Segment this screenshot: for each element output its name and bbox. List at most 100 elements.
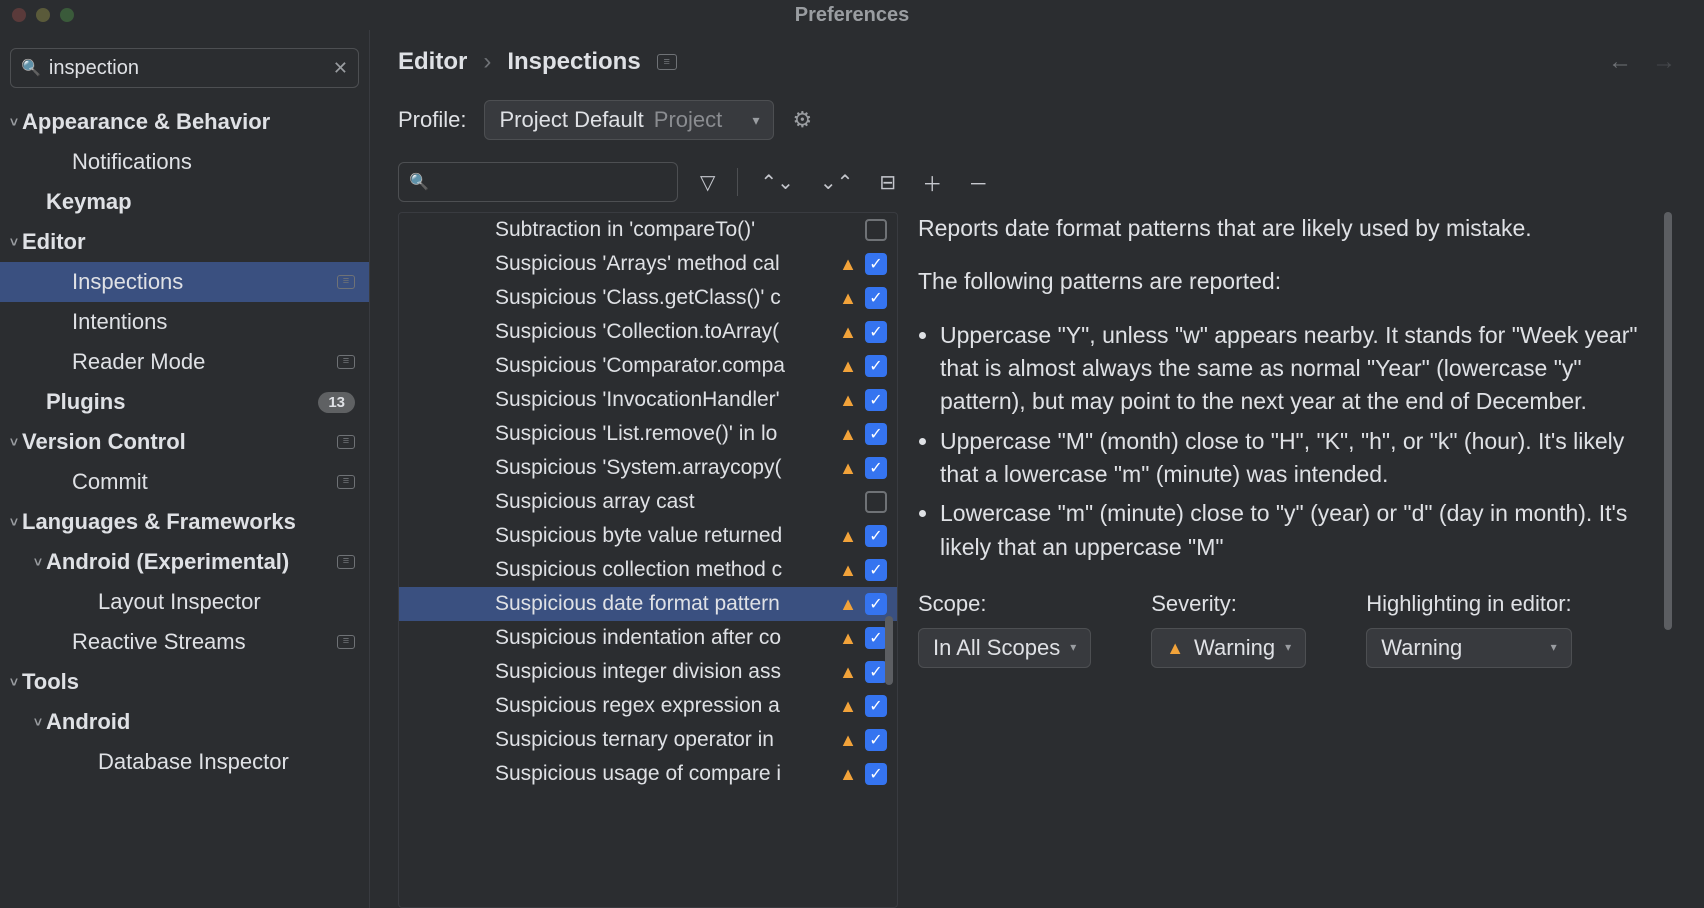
inspection-row[interactable]: Suspicious 'List.remove()' in lo▲✓ (399, 417, 897, 451)
inspection-checkbox[interactable]: ✓ (865, 729, 887, 751)
remove-icon[interactable]: － (964, 164, 992, 201)
sidebar-item-label: Intentions (72, 309, 355, 335)
scrollbar-thumb[interactable] (885, 616, 893, 685)
inspection-row[interactable]: Suspicious 'System.arraycopy(▲✓ (399, 451, 897, 485)
breadcrumb-root[interactable]: Editor (398, 48, 467, 76)
inspection-checkbox[interactable] (865, 219, 887, 241)
inspection-checkbox[interactable]: ✓ (865, 695, 887, 717)
inspection-row[interactable]: Suspicious 'InvocationHandler'▲✓ (399, 383, 897, 417)
scrollbar-thumb[interactable] (1664, 212, 1672, 630)
settings-indicator-icon (337, 475, 355, 489)
count-badge: 13 (318, 392, 355, 413)
inspection-label: Subtraction in 'compareTo()' (495, 218, 839, 242)
inspection-row[interactable]: Suspicious integer division ass▲✓ (399, 655, 897, 689)
inspection-label: Suspicious indentation after co (495, 626, 837, 650)
window-minimize-button[interactable] (36, 8, 50, 22)
settings-tree[interactable]: ˅Appearance & BehaviorNotificationsKeyma… (0, 102, 369, 908)
warning-icon: ▲ (839, 560, 857, 581)
reset-icon[interactable]: ⊟ (875, 166, 900, 199)
inspection-row[interactable]: Suspicious collection method c▲✓ (399, 553, 897, 587)
sidebar-item[interactable]: Reader Mode (0, 342, 369, 382)
inspection-row[interactable]: Suspicious usage of compare i▲✓ (399, 757, 897, 791)
inspection-row[interactable]: Suspicious 'Class.getClass()' c▲✓ (399, 281, 897, 315)
inspections-search-input[interactable] (429, 172, 667, 193)
sidebar-item[interactable]: Inspections (0, 262, 369, 302)
sidebar-item[interactable]: ˅Languages & Frameworks (0, 502, 369, 542)
chevron-down-icon: ▾ (1551, 639, 1557, 656)
scope-select[interactable]: In All Scopes ▾ (918, 628, 1091, 668)
inspection-checkbox[interactable]: ✓ (865, 525, 887, 547)
description-subhead: The following patterns are reported: (918, 265, 1666, 298)
highlight-select[interactable]: Warning ▾ (1366, 628, 1571, 668)
sidebar-item[interactable]: Plugins13 (0, 382, 369, 422)
inspection-checkbox[interactable]: ✓ (865, 559, 887, 581)
inspections-list[interactable]: Subtraction in 'compareTo()' Suspicious '… (398, 212, 898, 908)
warning-icon: ▲ (839, 322, 857, 343)
sidebar-item[interactable]: Notifications (0, 142, 369, 182)
inspection-row[interactable]: Subtraction in 'compareTo()' (399, 213, 897, 247)
inspection-row[interactable]: Suspicious indentation after co▲✓ (399, 621, 897, 655)
inspection-row[interactable]: Suspicious byte value returned▲✓ (399, 519, 897, 553)
back-button[interactable]: ← (1608, 48, 1632, 76)
inspection-row[interactable]: Suspicious array cast (399, 485, 897, 519)
warning-icon: ▲ (839, 526, 857, 547)
sidebar-item[interactable]: ˅Editor (0, 222, 369, 262)
warning-icon: ▲ (839, 662, 857, 683)
inspection-row[interactable]: Suspicious 'Comparator.compa▲✓ (399, 349, 897, 383)
inspection-checkbox[interactable]: ✓ (865, 355, 887, 377)
scrollbar[interactable] (885, 213, 895, 907)
settings-indicator-icon (337, 635, 355, 649)
inspection-checkbox[interactable]: ✓ (865, 627, 887, 649)
filter-icon[interactable]: ▽ (696, 166, 719, 199)
inspection-checkbox[interactable]: ✓ (865, 389, 887, 411)
sidebar-item[interactable]: Commit (0, 462, 369, 502)
inspection-checkbox[interactable]: ✓ (865, 457, 887, 479)
inspection-checkbox[interactable] (865, 491, 887, 513)
inspection-checkbox[interactable]: ✓ (865, 253, 887, 275)
sidebar-item[interactable]: Intentions (0, 302, 369, 342)
forward-button[interactable]: → (1652, 48, 1676, 76)
inspection-checkbox[interactable]: ✓ (865, 593, 887, 615)
scrollbar[interactable] (1664, 212, 1674, 908)
inspection-row[interactable]: Suspicious date format pattern▲✓ (399, 587, 897, 621)
inspection-checkbox[interactable]: ✓ (865, 423, 887, 445)
inspection-row[interactable]: Suspicious regex expression a▲✓ (399, 689, 897, 723)
inspection-checkbox[interactable]: ✓ (865, 661, 887, 683)
sidebar-item-label: Appearance & Behavior (22, 109, 355, 135)
inspection-row[interactable]: Suspicious ternary operator in▲✓ (399, 723, 897, 757)
window-close-button[interactable] (12, 8, 26, 22)
sidebar-item-label: Reader Mode (72, 349, 331, 375)
sidebar-item[interactable]: ˅Android (0, 702, 369, 742)
profile-select[interactable]: Project Default Project ▾ (484, 100, 774, 140)
inspection-row[interactable]: Suspicious 'Collection.toArray(▲✓ (399, 315, 897, 349)
settings-search[interactable]: 🔍 ✕ (10, 48, 359, 88)
search-icon: 🔍 (409, 172, 429, 192)
sidebar-item[interactable]: ˅Appearance & Behavior (0, 102, 369, 142)
sidebar-item-label: Reactive Streams (72, 629, 331, 655)
sidebar-item[interactable]: Keymap (0, 182, 369, 222)
gear-icon[interactable]: ⚙ (792, 107, 812, 133)
inspection-checkbox[interactable]: ✓ (865, 321, 887, 343)
settings-search-input[interactable] (49, 57, 325, 80)
inspection-checkbox[interactable]: ✓ (865, 763, 887, 785)
sidebar-item[interactable]: ˅Android (Experimental) (0, 542, 369, 582)
sidebar-item[interactable]: Layout Inspector (0, 582, 369, 622)
inspection-row[interactable]: Suspicious 'Arrays' method cal▲✓ (399, 247, 897, 281)
sidebar-item[interactable]: ˅Tools (0, 662, 369, 702)
window-zoom-button[interactable] (60, 8, 74, 22)
sidebar-item-label: Android (Experimental) (46, 549, 331, 575)
sidebar-item[interactable]: Reactive Streams (0, 622, 369, 662)
inspection-label: Suspicious ternary operator in (495, 728, 837, 752)
sidebar-item[interactable]: ˅Version Control (0, 422, 369, 462)
inspection-checkbox[interactable]: ✓ (865, 287, 887, 309)
settings-sidebar: 🔍 ✕ ˅Appearance & BehaviorNotificationsK… (0, 30, 370, 908)
expand-all-icon[interactable]: ⌃⌄ (756, 166, 798, 199)
collapse-all-icon[interactable]: ⌄⌃ (816, 166, 858, 199)
add-icon[interactable]: ＋ (918, 164, 946, 201)
severity-select[interactable]: ▲ Warning ▾ (1151, 628, 1306, 668)
sidebar-item-label: Version Control (22, 429, 331, 455)
breadcrumb: Editor › Inspections ≡ ← → (398, 48, 1676, 76)
sidebar-item[interactable]: Database Inspector (0, 742, 369, 782)
inspections-search[interactable]: 🔍 (398, 162, 678, 202)
clear-icon[interactable]: ✕ (333, 58, 348, 79)
